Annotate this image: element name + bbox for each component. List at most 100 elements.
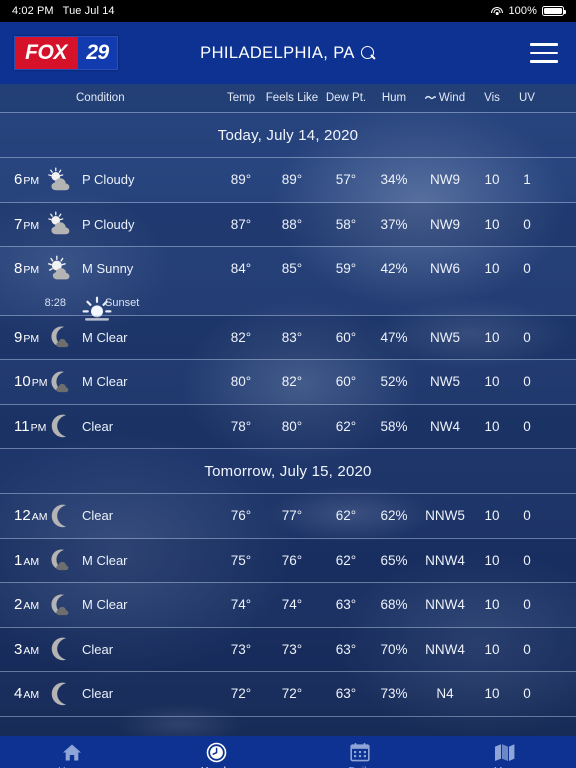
sun-event-time: 8:28: [44, 296, 66, 309]
forecast-row-temp: 89°: [230, 172, 252, 188]
page-title[interactable]: PHILADELPHIA, PA: [200, 44, 355, 63]
forecast-row-dew-point: 60°: [335, 374, 357, 390]
forecast-row-time: 10 PM: [14, 373, 48, 391]
status-bar-right: 100%: [490, 5, 566, 17]
day-section-title: Today, July 14, 2020: [217, 126, 359, 144]
forecast-row-humidity: 65%: [380, 552, 408, 568]
tab-hourly[interactable]: Hourly: [144, 736, 288, 768]
mostly-clear-night-icon: [51, 549, 69, 571]
forecast-row[interactable]: 1 AM M Clear 75° 76° 62° 65% NNW4 10 0: [0, 538, 576, 582]
forecast-row-condition-icon: [42, 680, 76, 708]
column-header-wind: Wind: [416, 92, 474, 104]
clear-night-icon: [51, 504, 67, 527]
forecast-row-wind: NW5: [430, 374, 460, 390]
clear-night-icon: [51, 637, 67, 661]
forecast-row-time: 8 PM: [14, 260, 40, 278]
status-bar-time: 4:02 PM: [12, 5, 54, 17]
forecast-row-feels-like: 74°: [281, 597, 303, 613]
column-header-uv: UV: [519, 92, 535, 104]
divider: [0, 715, 576, 717]
clear-night-icon: [51, 682, 67, 705]
forecast-row-uv: 0: [523, 374, 531, 390]
forecast-row-vis: 10: [484, 216, 500, 232]
forecast-row-wind: NNW4: [425, 641, 465, 657]
forecast-row[interactable]: 2 AM M Clear 74° 74° 63° 68% NNW4 10 0: [0, 583, 576, 627]
forecast-row-time: 9 PM: [14, 328, 40, 346]
forecast-row-dew-point: 63°: [335, 597, 357, 613]
day-section-header: Tomorrow, July 15, 2020: [0, 449, 576, 493]
forecast-row-time: 1 AM: [14, 551, 40, 569]
partly-cloudy-day-icon: [48, 211, 70, 235]
forecast-row[interactable]: 6 PM P Cloudy 89° 89° 57° 34% NW9 10 1: [0, 158, 576, 202]
forecast-row[interactable]: 12 AM Clear 76° 77° 62° 62% NNW5 10 0: [0, 494, 576, 538]
forecast-row-humidity: 70%: [380, 641, 408, 657]
sunset-icon-wrap: [76, 296, 112, 321]
forecast-row-dew-point: 60°: [335, 329, 357, 345]
column-header-wind-label: Wind: [438, 92, 466, 104]
forecast-row-feels-like: 89°: [281, 172, 303, 188]
logo-fox-text: FOX: [15, 37, 77, 69]
forecast-row-temp: 84°: [230, 261, 252, 277]
column-header-feels-like: Feels Like: [265, 92, 319, 104]
forecast-row-vis: 10: [484, 374, 500, 390]
forecast-column-headers: Condition Temp Feels Like Dew Pt. Hum Wi…: [0, 84, 576, 112]
forecast-row[interactable]: 7 PM P Cloudy 87° 88° 58° 37% NW9 10 0: [0, 202, 576, 246]
forecast-row-vis: 10: [484, 329, 500, 345]
calendar-icon: [350, 741, 370, 763]
forecast-row-dew-point: 57°: [335, 172, 357, 188]
forecast-row-uv: 0: [523, 418, 531, 434]
forecast-row-condition: P Cloudy: [82, 216, 135, 232]
forecast-row-uv: 0: [523, 686, 531, 702]
forecast-row-feels-like: 73°: [281, 641, 303, 657]
bottom-tab-bar: Home Hourly: [0, 736, 576, 768]
forecast-row-time: 11 PM: [14, 417, 47, 435]
forecast-row-humidity: 68%: [380, 597, 408, 613]
forecast-row-condition: Clear: [82, 508, 114, 524]
tab-map[interactable]: Map: [432, 736, 576, 768]
forecast-row[interactable]: 4 AM Clear 72° 72° 63° 73% N4 10 0: [0, 672, 576, 716]
forecast-row-dew-point: 58°: [335, 216, 357, 232]
forecast-row-condition-icon: [42, 368, 76, 396]
forecast-row-humidity: 73%: [380, 686, 408, 702]
hamburger-menu-icon[interactable]: [530, 43, 558, 63]
tab-daily[interactable]: Daily: [288, 736, 432, 768]
forecast-row-temp: 73°: [230, 641, 252, 657]
column-header-dew-point: Dew Pt.: [325, 92, 367, 104]
forecast-row-uv: 0: [523, 329, 531, 345]
forecast-row-vis: 10: [484, 641, 500, 657]
forecast-row-condition-icon: [42, 412, 76, 440]
partly-cloudy-day-icon: [48, 167, 70, 190]
forecast-row-dew-point: 62°: [335, 508, 357, 524]
forecast-row[interactable]: 9 PM M Clear 82° 83° 60° 47% NW5 10 0: [0, 315, 576, 359]
forecast-row-wind: NW5: [430, 329, 460, 345]
forecast-row-wind: NW4: [430, 418, 460, 434]
forecast-row-temp: 74°: [230, 597, 252, 613]
forecast-row-humidity: 62%: [380, 508, 408, 524]
forecast-list: Today, July 14, 2020 6 PM P Cloudy 89° 89…: [0, 113, 576, 717]
forecast-row[interactable]: 11 PM Clear 78° 80° 62° 58% NW4 10 0: [0, 404, 576, 448]
hourly-forecast-content: Condition Temp Feels Like Dew Pt. Hum Wi…: [0, 84, 576, 736]
fox29-logo[interactable]: FOX 29: [14, 36, 118, 70]
forecast-row-vis: 10: [484, 418, 500, 434]
column-header-condition: Condition: [76, 92, 125, 104]
forecast-row[interactable]: 3 AM Clear 73° 73° 63° 70% NNW4 10 0: [0, 627, 576, 671]
forecast-row-condition-icon: [42, 166, 76, 194]
forecast-row-wind: NNW5: [425, 508, 465, 524]
forecast-row-temp: 78°: [230, 418, 252, 434]
sun-event-row: 8:28 Sunset: [0, 291, 576, 321]
forecast-row-vis: 10: [484, 508, 500, 524]
forecast-row-feels-like: 88°: [281, 216, 303, 232]
forecast-row-condition: M Sunny: [82, 261, 134, 277]
forecast-row-condition-icon: [42, 546, 76, 574]
column-header-vis: Vis: [484, 92, 500, 104]
forecast-row-wind: NNW4: [425, 552, 465, 568]
search-icon[interactable]: [360, 45, 376, 61]
home-icon: [62, 741, 82, 763]
tab-home[interactable]: Home: [0, 736, 144, 768]
forecast-row-feels-like: 77°: [281, 508, 303, 524]
forecast-row-vis: 10: [484, 686, 500, 702]
forecast-row[interactable]: 10 PM M Clear 80° 82° 60° 52% NW5 10 0: [0, 360, 576, 404]
forecast-row-dew-point: 62°: [335, 418, 357, 434]
forecast-row[interactable]: 8 PM M Sunny 84° 85° 59° 42% NW6 10 0: [0, 247, 576, 291]
status-bar-date: Tue Jul 14: [62, 5, 115, 17]
